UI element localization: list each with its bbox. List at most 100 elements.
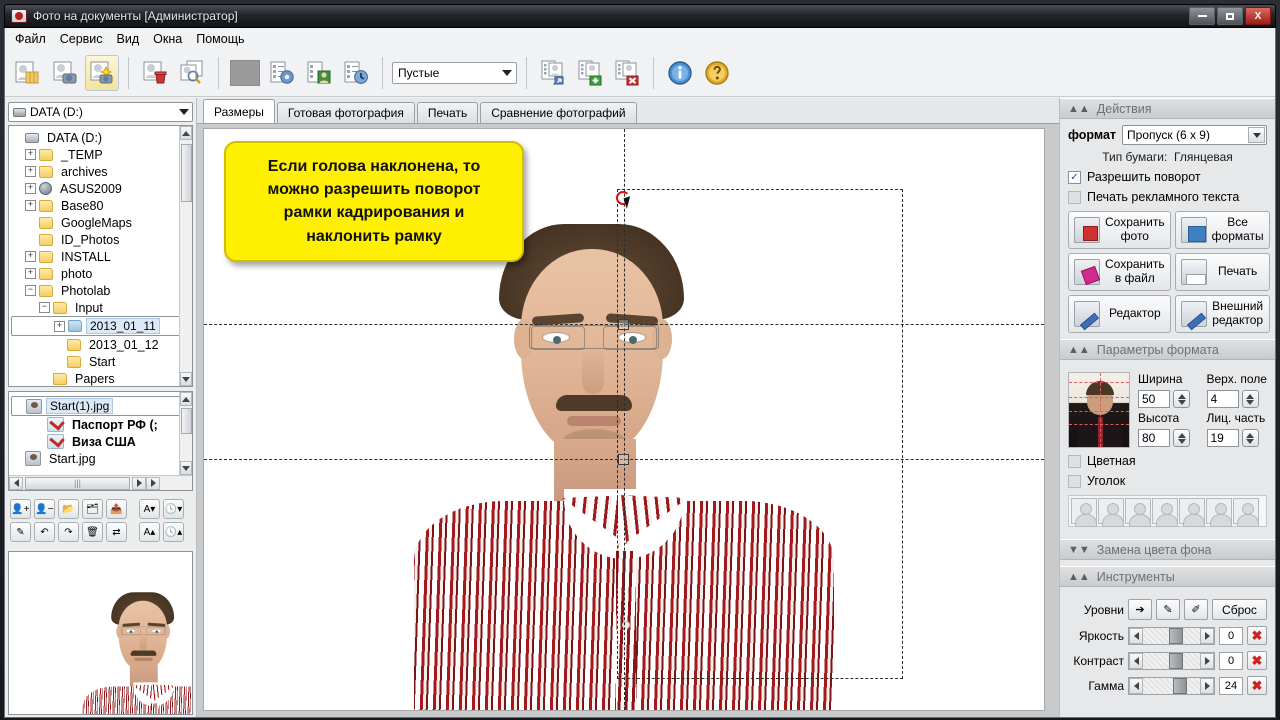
template-remove-button[interactable] — [610, 55, 644, 91]
help-button[interactable] — [700, 55, 734, 91]
tree-expander[interactable]: + — [54, 320, 65, 332]
color-row[interactable]: Цветная — [1068, 454, 1267, 468]
tree-item[interactable]: Start — [11, 353, 190, 370]
save-to-file-button[interactable]: Сохранить в файл — [1068, 253, 1171, 291]
file-list-hscrollbar[interactable]: ||| — [9, 475, 192, 490]
tab-Печать[interactable]: Печать — [416, 102, 479, 123]
template-combo[interactable]: Пустые — [392, 62, 517, 84]
new-photo-button[interactable] — [85, 55, 119, 91]
pose-thumbnail[interactable] — [1125, 498, 1151, 527]
tree-scrollbar[interactable] — [179, 126, 192, 386]
height-input-wrap[interactable] — [1138, 429, 1199, 449]
find-photo-button[interactable] — [175, 55, 209, 91]
tree-expander[interactable]: − — [39, 302, 50, 313]
list-item[interactable]: Виза США — [11, 433, 190, 450]
face-part-input[interactable] — [1206, 429, 1239, 448]
tree-expander[interactable]: + — [25, 251, 36, 262]
file-list-scrollbar[interactable] — [179, 392, 192, 475]
height-input[interactable] — [1138, 429, 1170, 448]
history-button[interactable] — [339, 55, 373, 91]
allow-rotate-row[interactable]: ✓ Разрешить поворот — [1068, 170, 1267, 184]
print-button[interactable]: Печать — [1174, 253, 1270, 291]
tree-item[interactable]: − Photolab — [11, 282, 190, 299]
menu-item-service[interactable]: Сервис — [60, 32, 103, 46]
tree-item[interactable]: ID_Photos — [11, 231, 190, 248]
pose-thumbnail[interactable] — [1179, 498, 1205, 527]
list-item[interactable]: Start(1).jpg — [11, 396, 190, 416]
scroll-down-button[interactable] — [180, 461, 192, 475]
sort-date-desc-button[interactable]: 🕓▾ — [163, 499, 184, 519]
slider-Гамма[interactable] — [1128, 676, 1215, 695]
maximize-button[interactable] — [1217, 7, 1243, 25]
remove-person-button[interactable]: 👤− — [34, 499, 55, 519]
width-input[interactable] — [1138, 390, 1170, 409]
open-photo-button[interactable] — [11, 55, 45, 91]
sort-date-asc-button[interactable]: 🕓▴ — [163, 522, 184, 542]
tree-item[interactable]: + photo — [11, 265, 190, 282]
settings-button[interactable] — [265, 55, 299, 91]
width-input-wrap[interactable] — [1138, 390, 1199, 410]
eyedropper-plus-icon[interactable]: ✎ — [1156, 599, 1180, 620]
tree-item[interactable]: + Base80 — [11, 197, 190, 214]
capture-photo-button[interactable] — [48, 55, 82, 91]
editor-button[interactable]: Редактор — [1068, 295, 1171, 333]
menu-item-windows[interactable]: Окна — [153, 32, 182, 46]
slider-right-button[interactable] — [1200, 627, 1214, 644]
section-header-tools[interactable]: ▲▲ Инструменты — [1060, 566, 1275, 587]
list-item[interactable]: Start.jpg — [11, 450, 190, 467]
pose-thumbnail[interactable] — [1098, 498, 1124, 527]
drive-combo[interactable]: DATA (D:) — [8, 102, 193, 122]
delete-photo-button[interactable] — [138, 55, 172, 91]
sort-az-asc-button[interactable]: A▴ — [139, 522, 160, 542]
height-stepper[interactable] — [1173, 429, 1190, 448]
rotate-right-button[interactable]: ↷ — [58, 522, 79, 542]
section-header-background[interactable]: ▼▼ Замена цвета фона — [1060, 539, 1275, 560]
slider-track[interactable] — [1143, 627, 1200, 644]
all-formats-button[interactable]: Все форматы — [1174, 211, 1270, 249]
clients-button[interactable] — [302, 55, 336, 91]
tree-item[interactable]: +2013_01_11 — [11, 316, 190, 336]
close-button[interactable]: X — [1245, 7, 1271, 25]
eyedropper-minus-icon[interactable]: ✐ — [1184, 599, 1208, 620]
tree-item[interactable]: Papers — [11, 370, 190, 386]
color-checkbox[interactable] — [1068, 454, 1081, 468]
scroll-down-button[interactable] — [180, 372, 192, 386]
photo-canvas[interactable]: Если голова наклонена, то можно разрешит… — [203, 128, 1045, 711]
template-select-button[interactable] — [536, 55, 570, 91]
format-select[interactable]: Пропуск (6 x 9) — [1122, 125, 1267, 145]
scroll-right-page-button[interactable] — [146, 476, 160, 490]
tree-item[interactable]: GoogleMaps — [11, 214, 190, 231]
scroll-up-button[interactable] — [180, 126, 192, 140]
pose-thumbnail[interactable] — [1206, 498, 1232, 527]
external-editor-button[interactable]: Внешний редактор — [1174, 295, 1270, 333]
scroll-thumb[interactable] — [181, 408, 192, 434]
tree-item[interactable]: + INSTALL — [11, 248, 190, 265]
tree-expander[interactable]: + — [25, 183, 36, 194]
menu-item-file[interactable]: Файл — [15, 32, 46, 46]
save-photo-button[interactable]: Сохранить фото — [1068, 211, 1171, 249]
tree-expander[interactable]: + — [25, 200, 36, 211]
pose-thumbnail[interactable] — [1071, 498, 1097, 527]
tab-Размеры[interactable]: Размеры — [203, 99, 275, 123]
pose-thumbnail[interactable] — [1152, 498, 1178, 527]
crop-handle-chin[interactable] — [618, 454, 629, 465]
print-ad-text-checkbox[interactable] — [1068, 190, 1081, 204]
scroll-left-button[interactable] — [9, 476, 23, 490]
tree-expander[interactable]: − — [25, 285, 36, 296]
pointer-icon[interactable]: ➔ — [1128, 599, 1152, 620]
add-person-button[interactable]: 👤+ — [10, 499, 31, 519]
scroll-thumb[interactable]: ||| — [25, 476, 130, 490]
tree-item[interactable]: + ASUS2009 — [11, 180, 190, 197]
section-header-format-params[interactable]: ▲▲ Параметры формата — [1060, 339, 1275, 360]
color-swatch-button[interactable] — [228, 55, 262, 91]
face-part-stepper[interactable] — [1241, 429, 1259, 448]
top-field-input[interactable] — [1206, 390, 1239, 409]
slider-thumb[interactable] — [1169, 652, 1184, 669]
slider-reset-icon[interactable]: ✖ — [1247, 676, 1267, 695]
slider-track[interactable] — [1143, 677, 1200, 694]
top-field-input-wrap[interactable] — [1206, 390, 1268, 410]
menu-item-view[interactable]: Вид — [117, 32, 140, 46]
top-field-stepper[interactable] — [1241, 390, 1259, 409]
scroll-right-button[interactable] — [132, 476, 146, 490]
corner-checkbox[interactable] — [1068, 474, 1081, 488]
